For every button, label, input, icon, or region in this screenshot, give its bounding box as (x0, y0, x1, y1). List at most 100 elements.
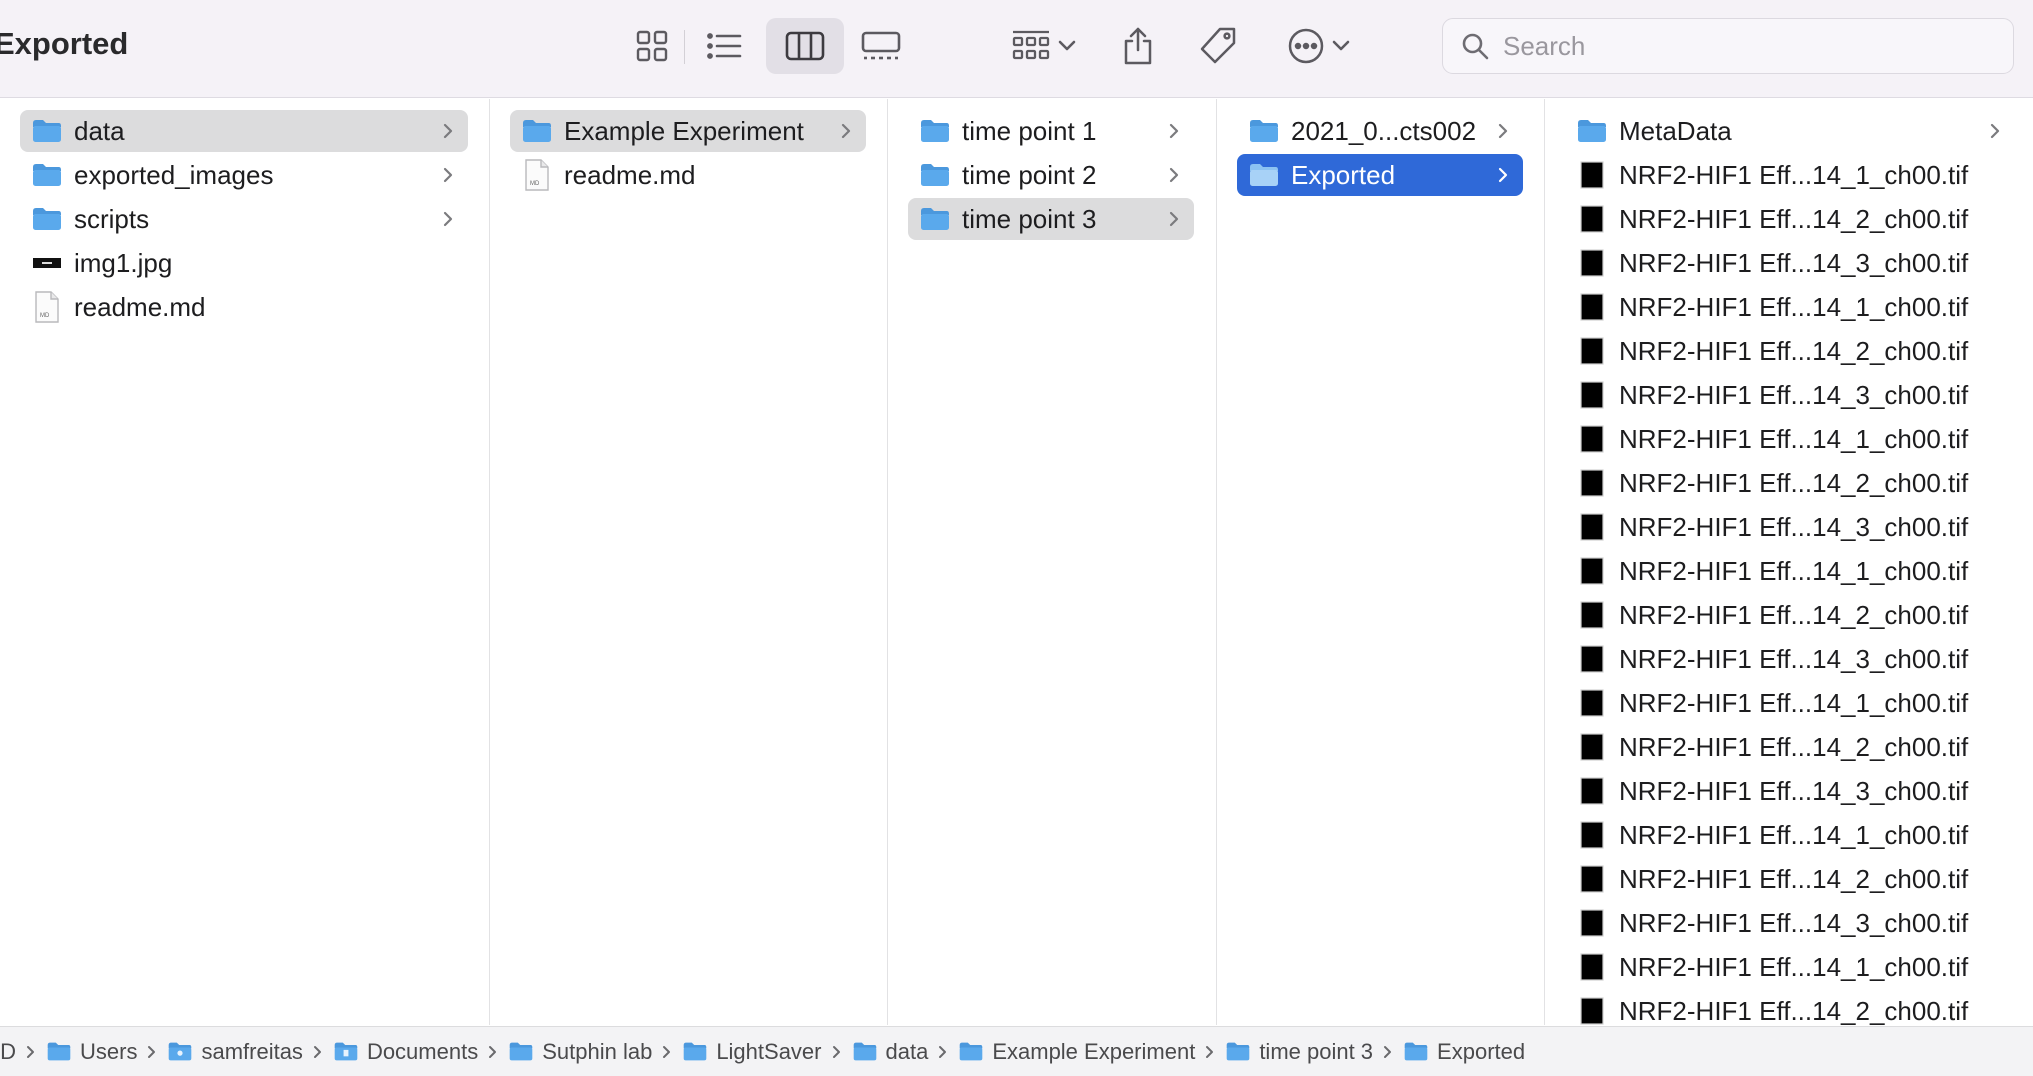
folder-item[interactable]: data (20, 110, 468, 152)
file-item[interactable]: NRF2-HIF1 Eff...14_3_ch00.tif (1565, 506, 2015, 548)
file-item[interactable]: NRF2-HIF1 Eff...14_3_ch00.tif (1565, 902, 2015, 944)
gallery-view-icon (861, 31, 901, 60)
share-button[interactable] (1108, 18, 1168, 74)
file-item[interactable]: NRF2-HIF1 Eff...14_2_ch00.tif (1565, 726, 2015, 768)
folder-item[interactable]: exported_images (20, 154, 468, 196)
file-item[interactable]: NRF2-HIF1 Eff...14_3_ch00.tif (1565, 770, 2015, 812)
chevron-down-icon (1058, 40, 1076, 51)
file-item[interactable]: NRF2-HIF1 Eff...14_2_ch00.tif (1565, 462, 2015, 504)
folder-item[interactable]: Example Experiment (510, 110, 866, 152)
tif-file-icon (1575, 554, 1609, 588)
icon-view-button[interactable] (620, 18, 684, 74)
breadcrumb-item[interactable]: Sutphin lab (508, 1039, 682, 1065)
file-item[interactable]: NRF2-HIF1 Eff...14_2_ch00.tif (1565, 990, 2015, 1025)
file-item[interactable]: NRF2-HIF1 Eff...14_3_ch00.tif (1565, 374, 2015, 416)
more-icon (1288, 28, 1324, 64)
file-item[interactable]: NRF2-HIF1 Eff...14_2_ch00.tif (1565, 330, 2015, 372)
file-item[interactable]: NRF2-HIF1 Eff...14_1_ch00.tif (1565, 418, 2015, 460)
gallery-view-button[interactable] (850, 18, 912, 74)
chevron-down-icon (1332, 40, 1350, 51)
breadcrumb-separator-icon (26, 1045, 36, 1059)
breadcrumb-item[interactable]: time point 3 (1225, 1039, 1403, 1065)
folder-icon (520, 114, 554, 148)
chevron-right-icon (1164, 209, 1184, 229)
tif-file-icon (1575, 818, 1609, 852)
breadcrumb-separator-icon (938, 1045, 948, 1059)
folder-item[interactable]: 2021_0...cts002 (1237, 110, 1523, 152)
file-item[interactable]: MD readme.md (510, 154, 866, 196)
item-label: NRF2-HIF1 Eff...14_1_ch00.tif (1619, 951, 1969, 982)
folder-item[interactable]: Exported (1237, 154, 1523, 196)
svg-text:MD: MD (530, 181, 540, 187)
breadcrumb-label: time point 3 (1259, 1038, 1374, 1064)
breadcrumb-item[interactable]: Users (46, 1039, 167, 1065)
item-label: time point 3 (962, 203, 1097, 234)
folder-item[interactable]: time point 2 (908, 154, 1194, 196)
list-view-icon (707, 33, 742, 59)
file-item[interactable]: NRF2-HIF1 Eff...14_3_ch00.tif (1565, 242, 2015, 284)
folder-icon (852, 1041, 878, 1063)
breadcrumb-label: LightSaver (716, 1038, 822, 1064)
folder-icon (30, 202, 64, 236)
breadcrumb-item[interactable]: Example Experiment (958, 1039, 1225, 1065)
tif-file-icon (1575, 774, 1609, 808)
column-view-button[interactable] (766, 18, 844, 74)
folder-icon (30, 158, 64, 192)
breadcrumb-item[interactable]: LightSaver (682, 1039, 851, 1065)
chevron-right-icon (438, 165, 458, 185)
tif-file-icon (1575, 334, 1609, 368)
item-label: NRF2-HIF1 Eff...14_2_ch00.tif (1619, 335, 1969, 366)
breadcrumb-item[interactable]: data (852, 1039, 959, 1065)
svg-text:MD: MD (40, 313, 50, 319)
tif-file-icon (1575, 378, 1609, 412)
file-item[interactable]: NRF2-HIF1 Eff...14_1_ch00.tif (1565, 154, 2015, 196)
search-box[interactable] (1442, 18, 2014, 74)
tag-button[interactable] (1188, 18, 1248, 74)
item-label: NRF2-HIF1 Eff...14_3_ch00.tif (1619, 511, 1969, 542)
item-label: NRF2-HIF1 Eff...14_2_ch00.tif (1619, 203, 1969, 234)
file-item[interactable]: NRF2-HIF1 Eff...14_1_ch00.tif (1565, 682, 2015, 724)
folder-item[interactable]: time point 1 (908, 110, 1194, 152)
more-actions-button[interactable] (1278, 18, 1360, 74)
file-item[interactable]: NRF2-HIF1 Eff...14_1_ch00.tif (1565, 286, 2015, 328)
folder-item[interactable]: scripts (20, 198, 468, 240)
list-view-button[interactable] (692, 18, 756, 74)
file-item[interactable]: NRF2-HIF1 Eff...14_2_ch00.tif (1565, 858, 2015, 900)
tif-file-icon (1575, 510, 1609, 544)
group-by-button[interactable] (1002, 18, 1086, 74)
item-label: 2021_0...cts002 (1291, 115, 1477, 146)
file-item[interactable]: NRF2-HIF1 Eff...14_2_ch00.tif (1565, 594, 2015, 636)
tif-file-icon (1575, 158, 1609, 192)
folder-item[interactable]: MetaData (1565, 110, 2015, 152)
breadcrumb-item[interactable]: ID (0, 1039, 46, 1065)
breadcrumb-item[interactable]: Exported (1403, 1039, 1525, 1065)
item-label: NRF2-HIF1 Eff...14_1_ch00.tif (1619, 555, 1969, 586)
file-item[interactable]: MD readme.md (20, 286, 468, 328)
path-bar: ID Users samfreitas Documents Sutphin lab Lig… (0, 1026, 2033, 1076)
tif-file-icon (1575, 246, 1609, 280)
file-item[interactable]: NRF2-HIF1 Eff...14_3_ch00.tif (1565, 638, 2015, 680)
tif-file-icon (1575, 290, 1609, 324)
file-item[interactable]: NRF2-HIF1 Eff...14_1_ch00.tif (1565, 946, 2015, 988)
column-browser: data exported_images scripts img1.jpg MD read… (0, 99, 2033, 1025)
search-input[interactable] (1503, 30, 1983, 62)
column-1: data exported_imagesscripts img1.jpg MD read… (0, 99, 490, 1025)
breadcrumb-item[interactable]: Documents (333, 1039, 508, 1065)
folder-item[interactable]: time point 3 (908, 198, 1194, 240)
item-label: NRF2-HIF1 Eff...14_1_ch00.tif (1619, 687, 1969, 718)
folder-icon (1575, 114, 1609, 148)
tif-file-icon (1575, 950, 1609, 984)
column-5: MetaData NRF2-HIF1 Eff...14_1_ch00.tif NRF… (1545, 99, 2033, 1025)
file-item[interactable]: NRF2-HIF1 Eff...14_1_ch00.tif (1565, 814, 2015, 856)
folder-icon (918, 158, 952, 192)
file-item[interactable]: NRF2-HIF1 Eff...14_1_ch00.tif (1565, 550, 2015, 592)
item-label: NRF2-HIF1 Eff...14_2_ch00.tif (1619, 863, 1969, 894)
item-label: Example Experiment (564, 115, 804, 146)
chevron-right-icon (1164, 121, 1184, 141)
item-label: NRF2-HIF1 Eff...14_3_ch00.tif (1619, 379, 1969, 410)
file-item[interactable]: NRF2-HIF1 Eff...14_2_ch00.tif (1565, 198, 2015, 240)
file-item[interactable]: img1.jpg (20, 242, 468, 284)
chevron-right-icon (836, 121, 856, 141)
item-label: exported_images (74, 159, 274, 190)
breadcrumb-item[interactable]: samfreitas (167, 1039, 332, 1065)
